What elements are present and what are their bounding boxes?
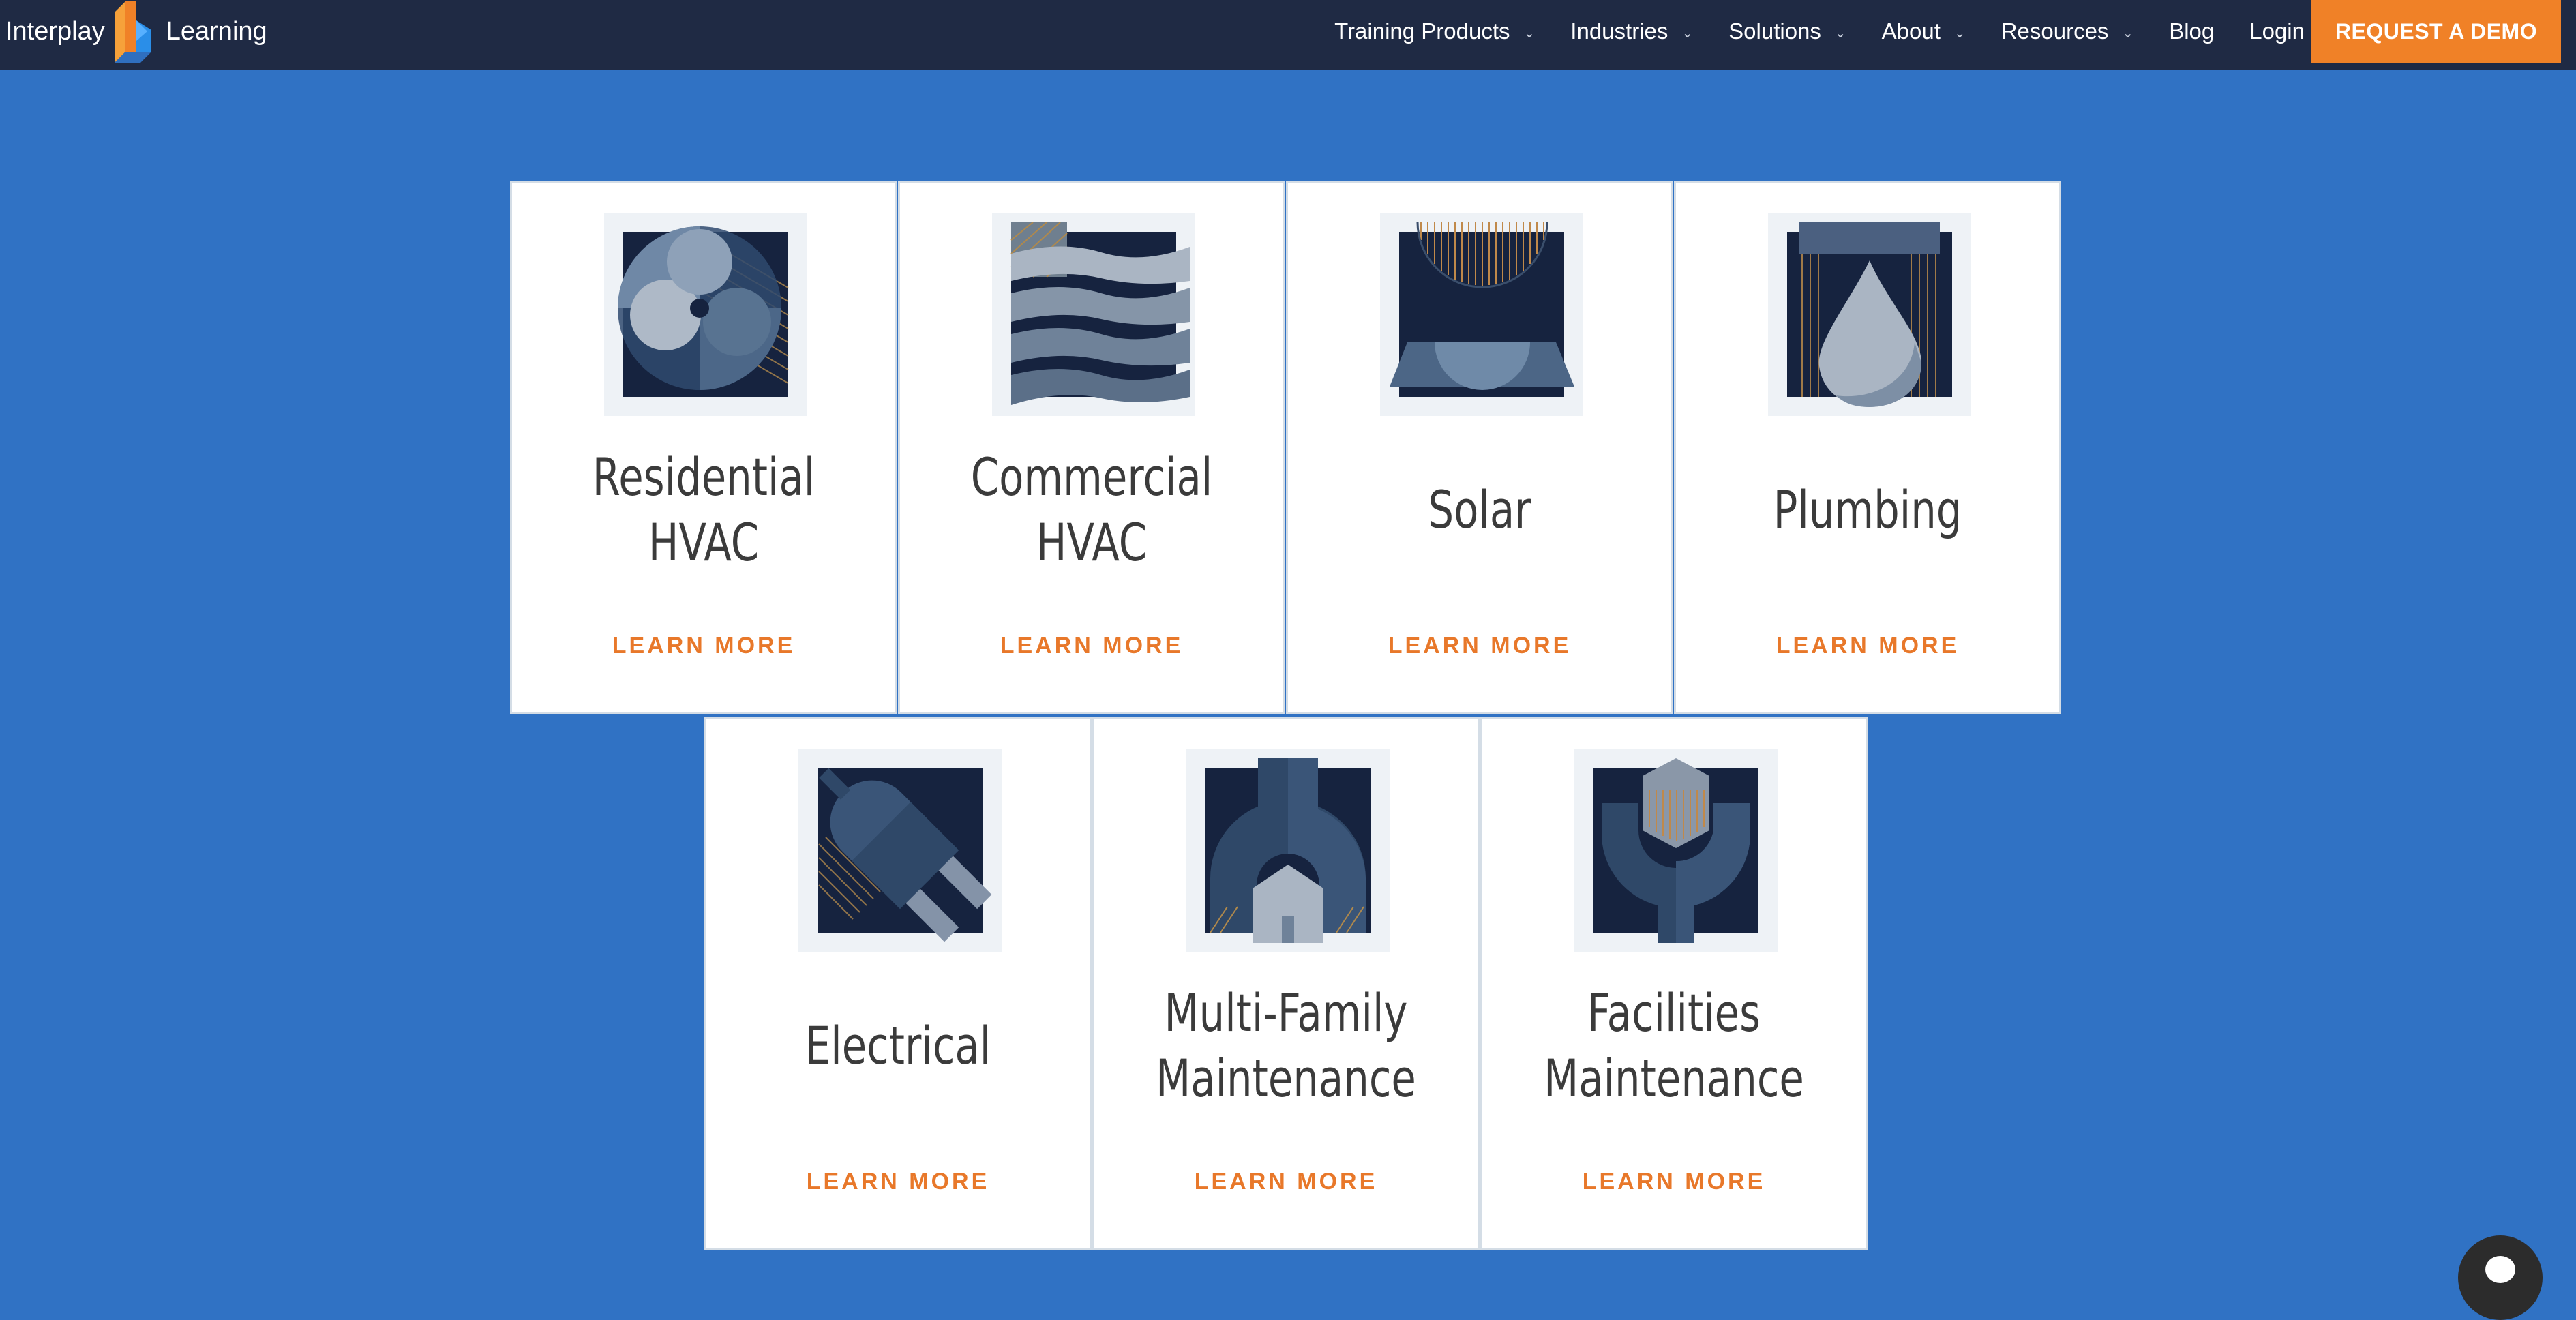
chevron-down-icon: ⌄ [1953, 25, 1966, 41]
chevron-down-icon: ⌄ [2122, 25, 2134, 41]
learn-more-link[interactable]: LEARN MORE [512, 633, 895, 659]
menu-label: Industries [1570, 18, 1668, 44]
card-plumbing[interactable]: Plumbing LEARN MORE [1674, 181, 2061, 714]
card-title: Solar [1428, 479, 1531, 540]
card-residential-hvac[interactable]: Residential HVAC LEARN MORE [510, 181, 897, 714]
learn-more-link[interactable]: LEARN MORE [706, 1169, 1090, 1195]
icon-frame [992, 213, 1195, 416]
menu-label: About [1881, 18, 1941, 44]
learn-more-link[interactable]: LEARN MORE [1482, 1169, 1866, 1195]
logo-text-left: Interplay [5, 16, 105, 46]
card-facilities-maintenance[interactable]: Facilities Maintenance LEARN MORE [1480, 717, 1868, 1250]
menu-solutions[interactable]: Solutions ⌄ [1728, 18, 1846, 44]
logo-mark-icon [114, 1, 151, 63]
fan-icon [618, 226, 789, 397]
menu-label: Login [2249, 18, 2305, 44]
plug-icon [818, 768, 992, 942]
icon-frame [1186, 749, 1390, 952]
solar-icon [1390, 222, 1574, 397]
menu-resources[interactable]: Resources ⌄ [2001, 18, 2134, 44]
icon-frame [1380, 213, 1583, 416]
card-title: Commercial HVAC [970, 447, 1213, 573]
card-electrical[interactable]: Electrical LEARN MORE [704, 717, 1092, 1250]
menu-label: Resources [2001, 18, 2109, 44]
learn-more-link[interactable]: LEARN MORE [900, 633, 1283, 659]
card-title: Electrical [805, 1015, 991, 1076]
chat-launcher-button[interactable] [2458, 1235, 2543, 1320]
card-commercial-hvac[interactable]: Commercial HVAC LEARN MORE [898, 181, 1285, 714]
chevron-down-icon: ⌄ [1834, 25, 1846, 41]
card-solar[interactable]: Solar LEARN MORE [1286, 181, 1673, 714]
chevron-down-icon: ⌄ [1523, 25, 1536, 41]
icon-frame [604, 213, 807, 416]
chat-bubble-icon [2485, 1256, 2515, 1283]
menu-label: Training Products [1334, 18, 1510, 44]
card-title: Facilities Maintenance [1544, 982, 1804, 1109]
main-menu: Training Products ⌄ Industries ⌄ Solutio… [1299, 0, 2305, 63]
wrench-icon [1593, 758, 1758, 943]
card-title: Plumbing [1773, 479, 1962, 540]
chevron-down-icon: ⌄ [1681, 25, 1694, 41]
menu-label: Solutions [1728, 18, 1821, 44]
site-logo[interactable]: Interplay Learning [5, 0, 267, 63]
card-title: Residential HVAC [592, 447, 815, 573]
menu-blog[interactable]: Blog [2169, 18, 2214, 44]
icon-frame [1574, 749, 1778, 952]
menu-training-products[interactable]: Training Products ⌄ [1334, 18, 1535, 44]
menu-industries[interactable]: Industries ⌄ [1570, 18, 1693, 44]
icon-frame [1768, 213, 1971, 416]
icon-frame [798, 749, 1002, 952]
card-title: Multi-Family Maintenance [1156, 982, 1416, 1109]
menu-about[interactable]: About ⌄ [1882, 18, 1966, 44]
water-drop-icon [1787, 222, 1952, 407]
menu-login[interactable]: Login [2249, 18, 2305, 44]
learn-more-link[interactable]: LEARN MORE [1676, 633, 2059, 659]
menu-label: Blog [2169, 18, 2215, 44]
logo-text-right: Learning [166, 16, 267, 46]
top-nav: Interplay Learning Training Products ⌄ I… [0, 0, 2576, 70]
learn-more-link[interactable]: LEARN MORE [1288, 633, 1671, 659]
card-multi-family-maintenance[interactable]: Multi-Family Maintenance LEARN MORE [1092, 717, 1480, 1250]
learn-more-link[interactable]: LEARN MORE [1094, 1169, 1478, 1195]
request-demo-button[interactable]: REQUEST A DEMO [2311, 0, 2561, 63]
house-wrench-icon [1205, 758, 1371, 943]
airflow-icon [1010, 222, 1190, 405]
